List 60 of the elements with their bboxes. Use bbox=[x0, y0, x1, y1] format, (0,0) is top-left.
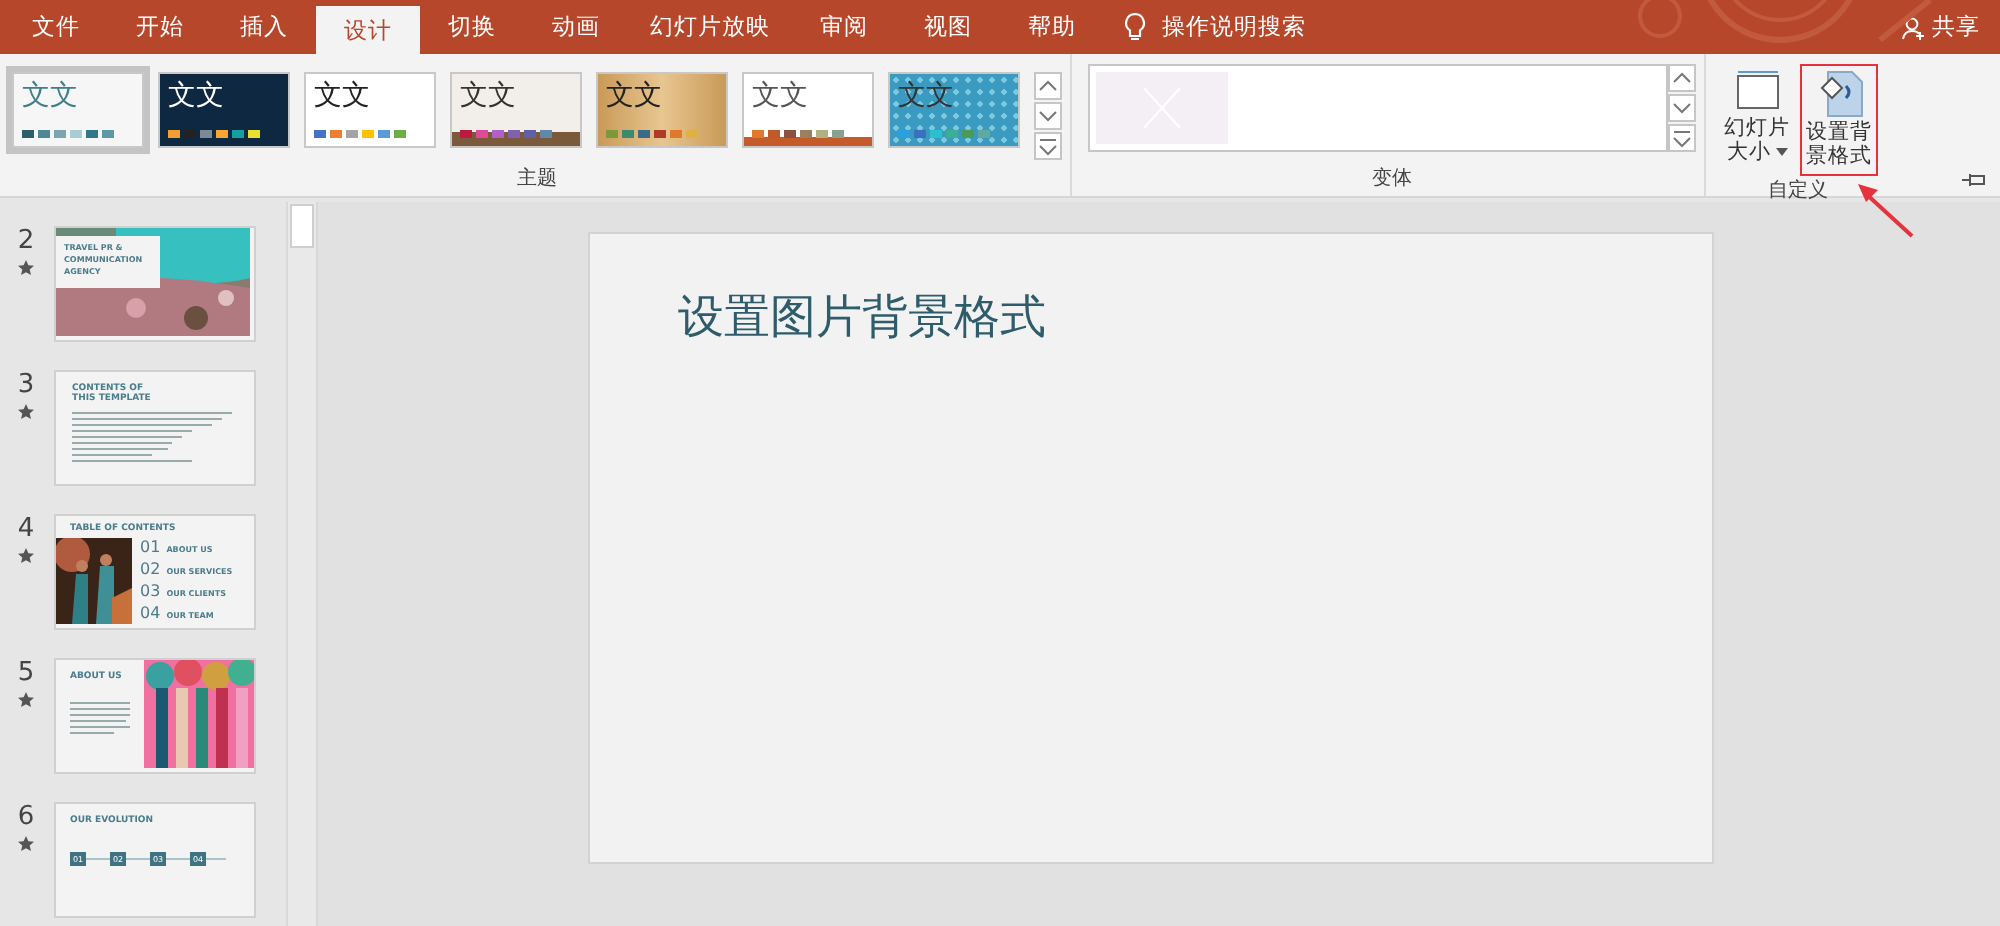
gallery-scroll-button[interactable] bbox=[1668, 124, 1696, 152]
star-icon bbox=[18, 836, 34, 852]
theme-thumbnail[interactable]: 文文 bbox=[450, 72, 582, 148]
ribbon-tab[interactable]: 开始 bbox=[108, 0, 212, 54]
slide-title[interactable]: 设置图片背景格式 bbox=[678, 286, 1624, 348]
pin-icon[interactable] bbox=[1960, 172, 1988, 188]
chevron-icon bbox=[1670, 98, 1694, 118]
ribbon-tab[interactable]: 动画 bbox=[524, 0, 628, 54]
ribbon-tab[interactable]: 插入 bbox=[212, 0, 316, 54]
theme-thumbnail[interactable]: 文文 bbox=[304, 72, 436, 148]
slide-number: 5 bbox=[17, 658, 35, 688]
star-icon bbox=[18, 260, 34, 276]
format-background-button[interactable]: 设置背景格式 bbox=[1800, 64, 1878, 176]
slide-number: 4 bbox=[17, 514, 35, 544]
ribbon-tab[interactable]: 审阅 bbox=[792, 0, 896, 54]
theme-thumbnail[interactable]: 文文 bbox=[158, 72, 290, 148]
theme-thumbnail[interactable]: 文文 bbox=[12, 72, 144, 148]
group-label: 变体 bbox=[1370, 165, 1414, 194]
chevron-icon bbox=[1036, 136, 1060, 156]
share-button[interactable]: 共享 bbox=[1902, 0, 1980, 54]
ribbon-tab[interactable]: 切换 bbox=[420, 0, 524, 54]
ribbon-tab[interactable]: 帮助 bbox=[1000, 0, 1104, 54]
theme-thumbnail[interactable]: 文文 bbox=[888, 72, 1020, 148]
text-lines-drawing bbox=[70, 702, 130, 734]
ribbon-tab[interactable]: 幻灯片放映 bbox=[628, 0, 792, 54]
star-icon bbox=[18, 548, 34, 564]
search-box[interactable]: 操作说明搜索 bbox=[1124, 0, 1306, 54]
annotation-arrow bbox=[1856, 180, 1916, 240]
ribbon-tab[interactable]: 视图 bbox=[896, 0, 1000, 54]
gallery-scroll-button[interactable] bbox=[1668, 94, 1696, 122]
person-icon bbox=[1902, 15, 1926, 39]
slide-canvas[interactable]: 设置图片背景格式 bbox=[588, 232, 1714, 864]
chevron-icon bbox=[1036, 106, 1060, 126]
ribbon-tab[interactable]: 设计 bbox=[316, 6, 420, 54]
chevron-icon bbox=[1670, 68, 1694, 88]
gallery-scroll-button[interactable] bbox=[1668, 64, 1696, 92]
slide-size-icon bbox=[1733, 70, 1781, 114]
group-label: 主题 bbox=[515, 165, 559, 194]
paint-bucket-icon bbox=[1815, 70, 1863, 118]
star-icon bbox=[18, 404, 34, 420]
slide-number: 3 bbox=[17, 370, 35, 400]
gallery-scroll-button[interactable] bbox=[1034, 72, 1062, 100]
gallery-scroll-button[interactable] bbox=[1034, 132, 1062, 160]
item-number: 04 bbox=[140, 604, 161, 624]
chevron-icon bbox=[1670, 128, 1694, 148]
gallery-scroll-button[interactable] bbox=[1034, 102, 1062, 130]
star-icon bbox=[18, 692, 34, 708]
group-label: 自定义 bbox=[1766, 177, 1830, 204]
theme-thumbnail[interactable]: 文文 bbox=[742, 72, 874, 148]
ribbon-tab[interactable]: 文件 bbox=[4, 0, 108, 54]
chevron-icon bbox=[1036, 76, 1060, 96]
item-number: 02 bbox=[140, 560, 161, 580]
slide-number: 6 bbox=[17, 802, 35, 832]
theme-thumbnail[interactable]: 文文 bbox=[596, 72, 728, 148]
slide-size-button[interactable]: 幻灯片大小 bbox=[1718, 64, 1796, 176]
scrollbar-thumb[interactable] bbox=[290, 204, 314, 248]
item-number: 03 bbox=[140, 582, 161, 602]
lightbulb-icon bbox=[1124, 12, 1146, 42]
slide-number: 2 bbox=[17, 226, 35, 256]
item-number: 01 bbox=[140, 538, 161, 558]
